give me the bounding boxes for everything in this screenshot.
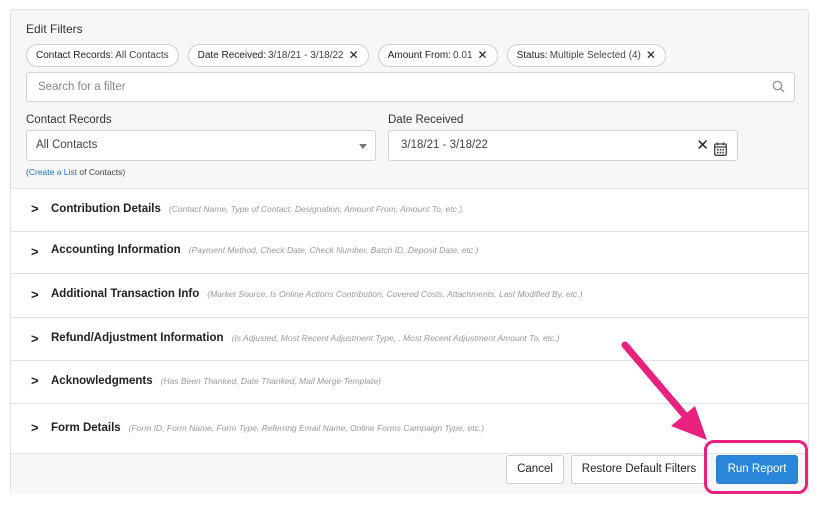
chip-contact-records[interactable]: Contact Records: All Contacts: [26, 44, 179, 67]
create-list-link[interactable]: Create a List: [29, 167, 77, 177]
section-title: Contribution Details: [51, 203, 161, 215]
filter-chips: Contact Records: All Contacts Date Recei…: [26, 44, 666, 67]
chip-value: 3/18/21 - 3/18/22: [268, 50, 344, 61]
section-contribution-details[interactable]: > Contribution Details (Contact Name, Typ…: [11, 188, 808, 231]
close-icon[interactable]: ✕: [349, 45, 359, 66]
section-acknowledgments[interactable]: > Acknowledgments (Has Been Thanked, Date…: [11, 360, 808, 403]
chevron-right-icon: >: [31, 331, 39, 346]
section-form-details[interactable]: > Form Details (Form ID, Form Name, Form …: [11, 403, 808, 453]
section-title: Refund/Adjustment Information: [51, 332, 224, 344]
panel-title: Edit Filters: [26, 22, 83, 36]
filter-search: [26, 72, 795, 102]
search-icon[interactable]: [772, 80, 785, 98]
search-input[interactable]: [27, 73, 747, 101]
chevron-right-icon: >: [31, 287, 39, 302]
contact-records-label: Contact Records: [26, 114, 112, 126]
section-description: (Market Source, Is Online Actions Contri…: [207, 289, 583, 299]
section-title: Form Details: [51, 422, 121, 434]
chip-label: Date Received:: [197, 50, 266, 61]
calendar-icon[interactable]: [714, 139, 727, 168]
section-additional-transaction-info[interactable]: > Additional Transaction Info (Market Sou…: [11, 273, 808, 317]
section-description: (Contact Name, Type of Contact, Designat…: [168, 204, 463, 214]
section-title: Acknowledgments: [51, 375, 153, 387]
chip-label: Status:: [516, 50, 548, 61]
close-icon[interactable]: ✕: [696, 131, 709, 160]
chip-label: Contact Records:: [36, 50, 114, 61]
close-icon[interactable]: ✕: [478, 45, 488, 66]
chevron-right-icon: >: [31, 244, 39, 259]
section-description: (Payment Method, Check Date, Check Numbe…: [188, 245, 479, 255]
section-accounting-information[interactable]: > Accounting Information (Payment Method,…: [11, 231, 808, 273]
chevron-right-icon: >: [31, 373, 39, 388]
chip-status[interactable]: Status: Multiple Selected (4) ✕: [506, 44, 666, 67]
contact-records-select[interactable]: All Contacts: [26, 130, 376, 161]
section-description: (Has Been Thanked, Date Thanked, Mail Me…: [160, 376, 381, 386]
chip-value: 0.01: [453, 50, 473, 61]
edit-filters-panel: Edit Filters Contact Records: All Contac…: [10, 9, 809, 494]
restore-default-filters-button[interactable]: Restore Default Filters: [571, 455, 707, 484]
chip-amount-from[interactable]: Amount From: 0.01 ✕: [377, 44, 498, 67]
chip-date-received[interactable]: Date Received: 3/18/21 - 3/18/22 ✕: [187, 44, 369, 67]
cancel-button[interactable]: Cancel: [506, 455, 564, 484]
create-list-hint: (Create a List of Contacts): [26, 167, 126, 177]
run-report-button[interactable]: Run Report: [716, 455, 798, 484]
date-received-input[interactable]: 3/18/21 - 3/18/22 ✕: [388, 130, 738, 161]
section-description: (Is Adjusted, Most Recent Adjustment Typ…: [231, 333, 560, 343]
section-title: Additional Transaction Info: [51, 288, 200, 300]
chip-value: All Contacts: [115, 50, 169, 61]
close-icon[interactable]: ✕: [646, 45, 656, 66]
section-title: Accounting Information: [51, 244, 181, 256]
caret-down-icon: [359, 144, 367, 149]
chip-value: Multiple Selected (4): [549, 50, 641, 61]
contact-records-value: All Contacts: [36, 139, 98, 151]
chevron-right-icon: >: [31, 420, 39, 435]
date-received-label: Date Received: [388, 114, 464, 126]
section-description: (Form ID, Form Name, Form Type, Referrin…: [128, 423, 485, 433]
section-refund-adjustment-information[interactable]: > Refund/Adjustment Information (Is Adjus…: [11, 317, 808, 360]
date-received-value: 3/18/21 - 3/18/22: [401, 139, 488, 151]
chip-label: Amount From:: [387, 50, 452, 61]
chevron-right-icon: >: [31, 201, 39, 216]
